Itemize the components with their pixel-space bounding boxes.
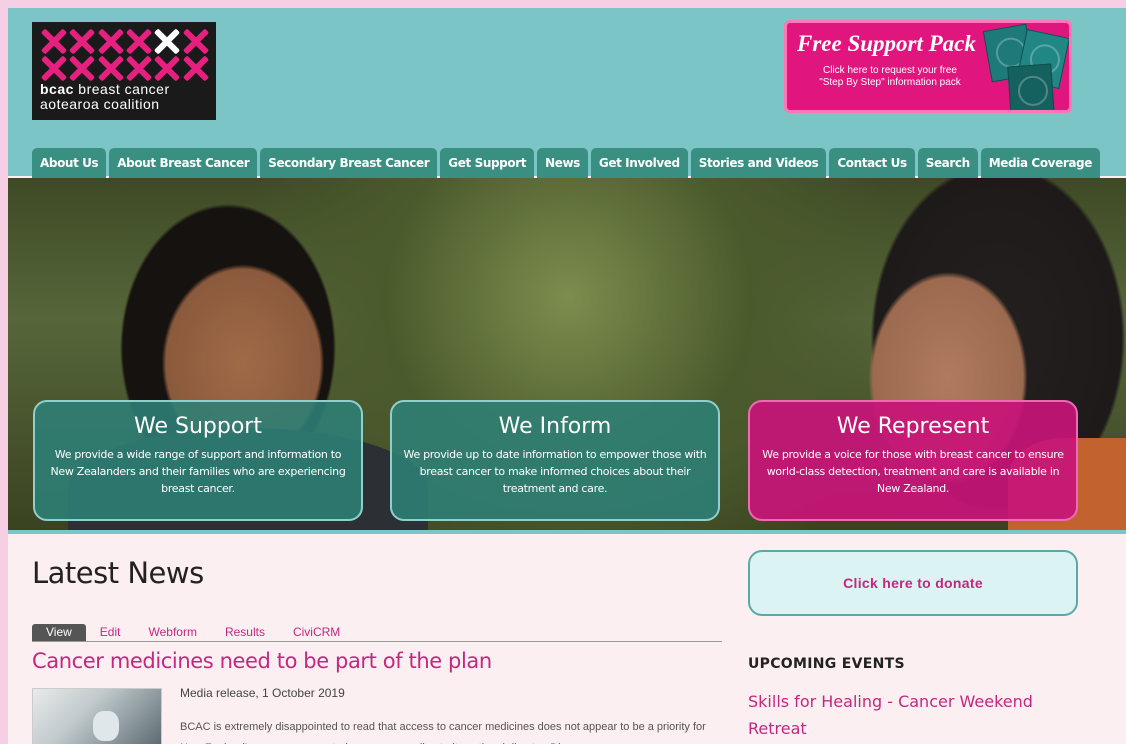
page-title: Latest News — [32, 556, 204, 590]
we-support-card[interactable]: We Support We provide a wide range of su… — [33, 400, 363, 521]
article-meta: Media release, 1 October 2019 — [180, 686, 345, 700]
bcac-logo[interactable]: bcac breast cancer aotearoa coalition — [32, 22, 216, 120]
donate-button[interactable]: Click here to donate — [748, 550, 1078, 616]
logo-cross-row-1 — [40, 28, 208, 55]
nav-tab-secondary-breast-cancer[interactable]: Secondary Breast Cancer — [260, 148, 438, 178]
card-text: We provide a wide range of support and i… — [50, 448, 346, 495]
logo-cross-row-2 — [40, 55, 208, 82]
site-header: bcac breast cancer aotearoa coalition Fr… — [8, 8, 1126, 178]
card-text: We provide up to date information to emp… — [403, 448, 707, 495]
event-link[interactable]: Skills for Healing - Cancer Weekend Retr… — [748, 688, 1078, 742]
upcoming-events-heading: UPCOMING EVENTS — [748, 656, 905, 672]
admin-tabs: View Edit Webform Results CiviCRM — [32, 624, 722, 642]
sidebar: Click here to donate UPCOMING EVENTS Ski… — [748, 550, 1078, 744]
nav-tab-get-support[interactable]: Get Support — [440, 148, 535, 178]
card-title: We Support — [134, 414, 262, 439]
tab-view[interactable]: View — [32, 624, 86, 641]
nav-tab-stories-and-videos[interactable]: Stories and Videos — [690, 148, 827, 178]
main-content: Latest News View Edit Webform Results Ci… — [32, 556, 722, 744]
we-inform-card[interactable]: We Inform We provide up to date informat… — [390, 400, 720, 521]
we-represent-card[interactable]: We Represent We provide a voice for thos… — [748, 400, 1078, 521]
nav-tab-contact-us[interactable]: Contact Us — [829, 148, 915, 178]
article-excerpt: BCAC is extremely disappointed to read t… — [180, 721, 706, 744]
info-pack-booklet-image — [1007, 63, 1055, 110]
tab-results[interactable]: Results — [211, 624, 279, 641]
nav-tab-news[interactable]: News — [537, 148, 588, 178]
card-title: We Represent — [836, 414, 990, 439]
nav-tab-about-us[interactable]: About Us — [32, 148, 107, 178]
tab-webform[interactable]: Webform — [134, 624, 210, 641]
logo-text-line-2: aotearoa coalition — [40, 96, 160, 112]
free-support-pack-banner[interactable]: Free Support Pack Click here to request … — [784, 20, 1072, 113]
main-nav: About Us About Breast Cancer Secondary B… — [32, 148, 1100, 178]
article-thumbnail-image[interactable] — [32, 688, 162, 744]
support-pack-subtitle: Click here to request your free "Step By… — [819, 65, 961, 88]
page: bcac breast cancer aotearoa coalition Fr… — [8, 8, 1126, 744]
card-title: We Inform — [498, 414, 612, 439]
logo-text-line-1: bcac breast cancer — [40, 81, 170, 97]
nav-tab-get-involved[interactable]: Get Involved — [590, 148, 688, 178]
article-title-link[interactable]: Cancer medicines need to be part of the … — [32, 649, 492, 673]
nav-tab-about-breast-cancer[interactable]: About Breast Cancer — [109, 148, 258, 178]
card-text: We provide a voice for those with breast… — [762, 448, 1064, 495]
tab-edit[interactable]: Edit — [86, 624, 135, 641]
tab-civicrm[interactable]: CiviCRM — [279, 624, 354, 641]
support-pack-title: Free Support Pack — [797, 31, 976, 56]
nav-tab-search[interactable]: Search — [917, 148, 978, 178]
divider — [8, 530, 1126, 534]
hero-banner-photo: We Support We provide a wide range of su… — [8, 178, 1126, 530]
nav-tab-media-coverage[interactable]: Media Coverage — [980, 148, 1100, 178]
